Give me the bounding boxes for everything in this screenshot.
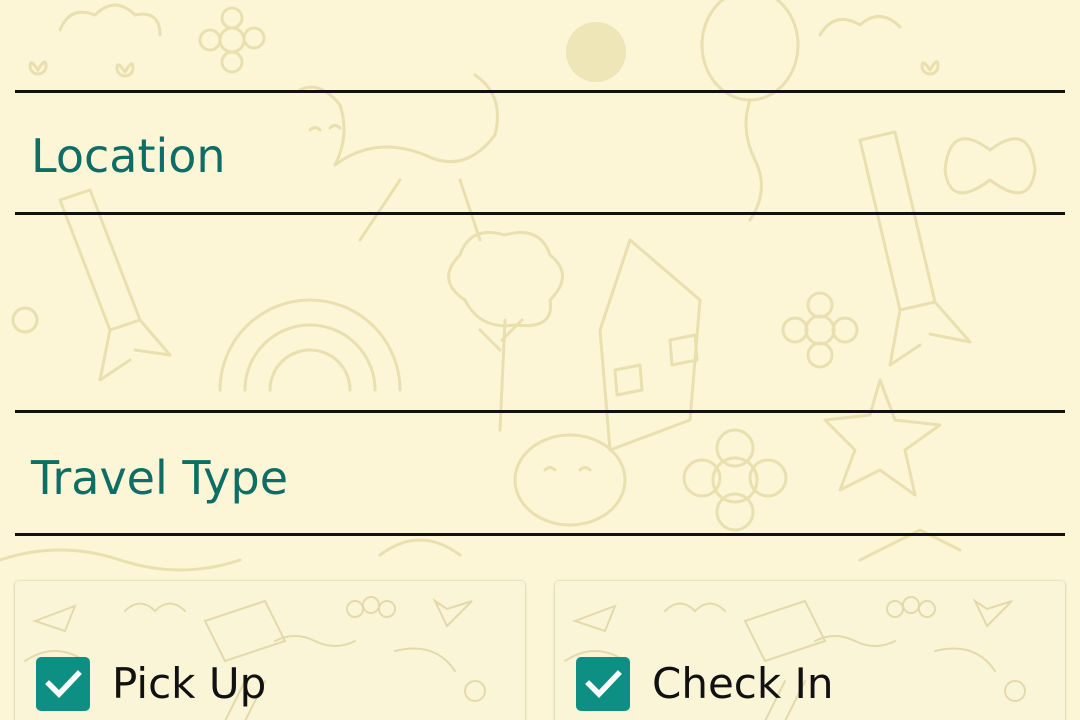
travel-type-label[interactable]: Travel Type [31,455,288,501]
check-in-card[interactable]: Check In [555,581,1065,720]
divider [15,90,1065,93]
checkmark-icon [45,670,82,698]
divider [15,533,1065,536]
check-in-option[interactable]: Check In [576,657,834,711]
divider [15,212,1065,215]
pick-up-card[interactable]: Pick Up [15,581,525,720]
location-label[interactable]: Location [31,133,226,179]
divider [15,410,1065,413]
check-in-checkbox[interactable] [576,657,630,711]
pick-up-checkbox[interactable] [36,657,90,711]
check-in-label: Check In [652,659,834,708]
pick-up-option[interactable]: Pick Up [36,657,266,711]
checkmark-icon [585,670,622,698]
pick-up-label: Pick Up [112,659,267,708]
